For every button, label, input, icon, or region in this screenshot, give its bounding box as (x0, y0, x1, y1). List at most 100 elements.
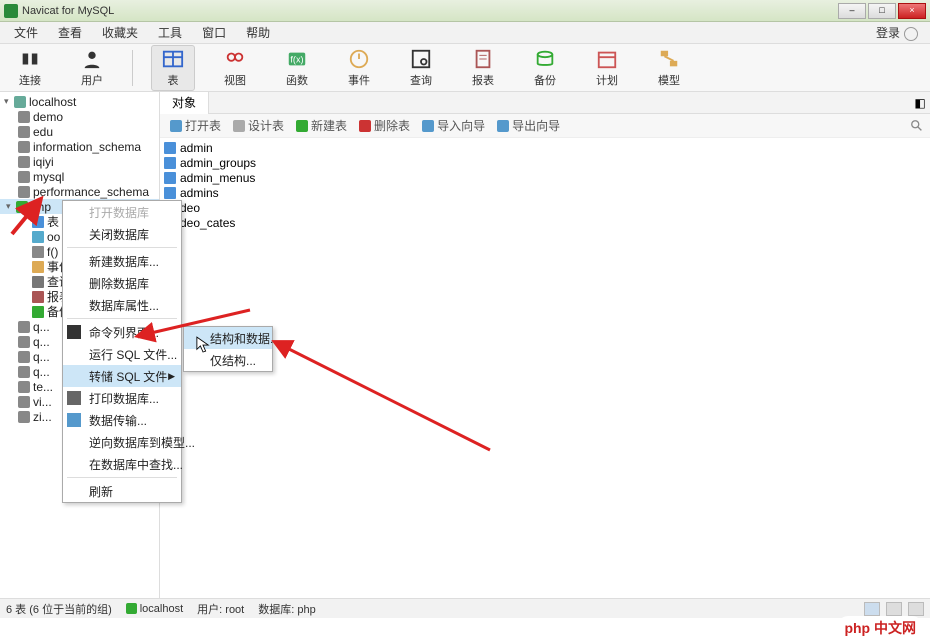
db-demo[interactable]: demo (0, 109, 159, 124)
table-row[interactable]: admins (164, 185, 926, 200)
event-icon (32, 261, 44, 273)
status-db: 数据库: php (258, 601, 315, 617)
clock-icon (348, 48, 370, 70)
toolbar-user[interactable]: 用户 (70, 48, 114, 88)
database-icon (18, 171, 30, 183)
function-icon: f(x) (286, 48, 308, 70)
search-icon[interactable] (910, 119, 924, 133)
toolbar-query[interactable]: 查询 (399, 48, 443, 88)
database-icon (18, 111, 30, 123)
import-wizard-button[interactable]: 导入向导 (418, 117, 489, 134)
ctx-close-db[interactable]: 关闭数据库 (63, 223, 181, 245)
database-icon (18, 381, 30, 393)
table-row[interactable]: deo_cates (164, 215, 926, 230)
menubar: 文件 查看 收藏夹 工具 窗口 帮助 登录 (0, 22, 930, 44)
table-icon (32, 216, 44, 228)
open-icon (170, 120, 182, 132)
toolbar-table[interactable]: 表 (151, 45, 195, 91)
toolbar-schedule[interactable]: 计划 (585, 48, 629, 88)
toolbar-event[interactable]: 事件 (337, 48, 381, 88)
table-list: admin admin_groups admin_menus admins de… (160, 138, 930, 617)
ctx-data-transfer[interactable]: 数据传输... (63, 409, 181, 431)
view-icon (224, 48, 246, 70)
ctx-dump-sql[interactable]: 转储 SQL 文件▶ (63, 365, 181, 387)
design-table-button[interactable]: 设计表 (229, 117, 288, 134)
table-row[interactable]: deo (164, 200, 926, 215)
ctx-print-db[interactable]: 打印数据库... (63, 387, 181, 409)
menu-favorites[interactable]: 收藏夹 (92, 22, 148, 44)
server-node[interactable]: ▾localhost (0, 94, 159, 109)
ctx-delete-db[interactable]: 删除数据库 (63, 272, 181, 294)
toolbar-connection[interactable]: 连接 (8, 48, 52, 88)
database-icon (18, 321, 30, 333)
menu-file[interactable]: 文件 (4, 22, 48, 44)
database-icon (18, 411, 30, 423)
db-performance-schema[interactable]: performance_schema (0, 184, 159, 199)
close-button[interactable]: × (898, 3, 926, 19)
status-conn: localhost (126, 603, 183, 615)
minus-icon (359, 120, 371, 132)
ctx-open-db[interactable]: 打开数据库 (63, 201, 181, 223)
toolbar-function[interactable]: f(x)函数 (275, 48, 319, 88)
ctx-find-in-db[interactable]: 在数据库中查找... (63, 453, 181, 475)
table-row[interactable]: admin (164, 140, 926, 155)
new-table-button[interactable]: 新建表 (292, 117, 351, 134)
view-detail-icon[interactable] (886, 602, 902, 616)
calendar-icon (596, 48, 618, 70)
ctx-run-sql[interactable]: 运行 SQL 文件... (63, 343, 181, 365)
subtoolbar: 打开表 设计表 新建表 删除表 导入向导 导出向导 (160, 114, 930, 138)
status-count: 6 表 (6 位于当前的组) (6, 601, 112, 617)
ctx-cli[interactable]: 命令列界面... (63, 321, 181, 343)
app-icon (4, 4, 18, 18)
tab-objects[interactable]: 对象 (160, 92, 209, 114)
delete-table-button[interactable]: 删除表 (355, 117, 414, 134)
minimize-button[interactable]: – (838, 3, 866, 19)
table-row[interactable]: admin_groups (164, 155, 926, 170)
app-title: Navicat for MySQL (22, 5, 836, 17)
server-icon (14, 96, 26, 108)
db-mysql[interactable]: mysql (0, 169, 159, 184)
open-table-button[interactable]: 打开表 (166, 117, 225, 134)
tabs: 对象 ◧ (160, 92, 930, 114)
table-icon (164, 187, 176, 199)
menu-login[interactable]: 登录 (876, 24, 926, 41)
table-icon (164, 172, 176, 184)
maximize-button[interactable]: □ (868, 3, 896, 19)
ctx-db-props[interactable]: 数据库属性... (63, 294, 181, 316)
database-icon (18, 396, 30, 408)
database-icon (16, 201, 28, 213)
menu-window[interactable]: 窗口 (192, 22, 236, 44)
toolbar-backup[interactable]: 备份 (523, 48, 567, 88)
database-icon (18, 336, 30, 348)
menu-help[interactable]: 帮助 (236, 22, 280, 44)
transfer-icon (67, 413, 81, 427)
database-icon (18, 141, 30, 153)
toolbar-view[interactable]: 视图 (213, 48, 257, 88)
ctx-struct-and-data[interactable]: 结构和数据... (184, 327, 272, 349)
db-edu[interactable]: edu (0, 124, 159, 139)
backup-icon (534, 48, 556, 70)
toolbar-report[interactable]: 报表 (461, 48, 505, 88)
content-area: 对象 ◧ 打开表 设计表 新建表 删除表 导入向导 导出向导 admin adm… (160, 92, 930, 617)
backup-icon (32, 306, 44, 318)
ctx-new-db[interactable]: 新建数据库... (63, 250, 181, 272)
database-icon (18, 156, 30, 168)
export-wizard-button[interactable]: 导出向导 (493, 117, 564, 134)
ctx-refresh[interactable]: 刷新 (63, 480, 181, 502)
ctx-reverse-model[interactable]: 逆向数据库到模型... (63, 431, 181, 453)
menu-tools[interactable]: 工具 (148, 22, 192, 44)
database-icon (18, 186, 30, 198)
db-information-schema[interactable]: information_schema (0, 139, 159, 154)
window-buttons: – □ × (836, 3, 926, 19)
db-iqiyi[interactable]: iqiyi (0, 154, 159, 169)
user-icon (904, 27, 918, 41)
table-row[interactable]: admin_menus (164, 170, 926, 185)
import-icon (422, 120, 434, 132)
ctx-struct-only[interactable]: 仅结构... (184, 349, 272, 371)
view-list-icon[interactable] (864, 602, 880, 616)
tab-new-icon[interactable]: ◧ (910, 96, 930, 110)
menu-view[interactable]: 查看 (48, 22, 92, 44)
status-user: 用户: root (197, 601, 244, 617)
view-grid-icon[interactable] (908, 602, 924, 616)
toolbar-model[interactable]: 模型 (647, 48, 691, 88)
